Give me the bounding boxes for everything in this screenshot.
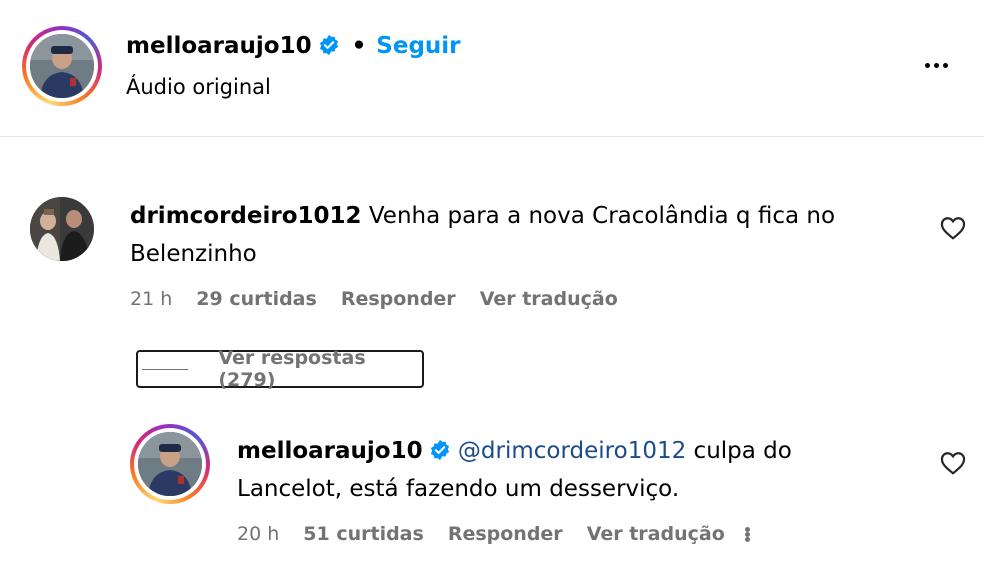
verified-badge-icon xyxy=(318,34,340,56)
view-replies-divider xyxy=(142,368,189,370)
like-reply-button[interactable] xyxy=(940,451,966,475)
reply-avatar-ring[interactable] xyxy=(130,424,210,504)
reply-mention-link[interactable]: @drimcordeiro1012 xyxy=(458,438,686,464)
separator-dot: • xyxy=(351,33,367,59)
original-audio-link[interactable]: Áudio original xyxy=(126,75,271,99)
view-replies-button[interactable]: Ver respostas (279) xyxy=(136,347,424,391)
view-replies-label: Ver respostas (279) xyxy=(218,347,366,391)
reply-reply-button[interactable]: Responder xyxy=(448,523,563,545)
heart-outline-icon xyxy=(940,217,966,240)
comment-time[interactable]: 21 h xyxy=(130,288,172,310)
heart-outline-icon xyxy=(940,452,966,475)
header-username[interactable]: melloaraujo10 xyxy=(126,33,312,59)
reply-text-line1: culpa do xyxy=(686,438,792,464)
comment-text-line1: Venha para a nova Cracolândia q fica no xyxy=(368,203,836,229)
avatar xyxy=(30,34,94,98)
reply-text-line2: Lancelot, está fazendo um desserviço. xyxy=(237,476,680,502)
commenter-avatar[interactable] xyxy=(30,197,94,261)
comment-reply-button[interactable]: Responder xyxy=(341,288,456,310)
more-options-button[interactable] xyxy=(918,52,954,78)
reply-body: melloaraujo10 @drimcordeiro1012 culpa do… xyxy=(237,432,927,508)
more-horizontal-icon xyxy=(924,62,930,68)
comment-likes[interactable]: 29 curtidas xyxy=(196,288,317,310)
reply-username[interactable]: melloaraujo10 xyxy=(237,438,423,464)
reply-translate-button[interactable]: Ver tradução xyxy=(587,523,725,545)
comment-meta: 21 h 29 curtidas Responder Ver tradução xyxy=(130,288,618,310)
reply-time[interactable]: 20 h xyxy=(237,523,279,545)
reply-likes[interactable]: 51 curtidas xyxy=(303,523,424,545)
comment-username[interactable]: drimcordeiro1012 xyxy=(130,203,362,229)
verified-badge-icon xyxy=(429,439,451,461)
reply-avatar xyxy=(138,432,202,496)
header-user-line: melloaraujo10 • Seguir xyxy=(126,33,461,59)
comment-translate-button[interactable]: Ver tradução xyxy=(480,288,618,310)
profile-avatar-ring[interactable] xyxy=(22,26,102,106)
post-header: melloaraujo10 • Seguir Áudio original xyxy=(0,0,984,137)
comment-body: drimcordeiro1012 Venha para a nova Craco… xyxy=(130,197,910,273)
comment-text-line2: Belenzinho xyxy=(130,241,257,267)
reply-meta: 20 h 51 curtidas Responder Ver tradução xyxy=(237,523,750,545)
like-comment-button[interactable] xyxy=(940,216,966,240)
more-horizontal-icon[interactable] xyxy=(744,526,750,542)
follow-button[interactable]: Seguir xyxy=(376,33,460,59)
